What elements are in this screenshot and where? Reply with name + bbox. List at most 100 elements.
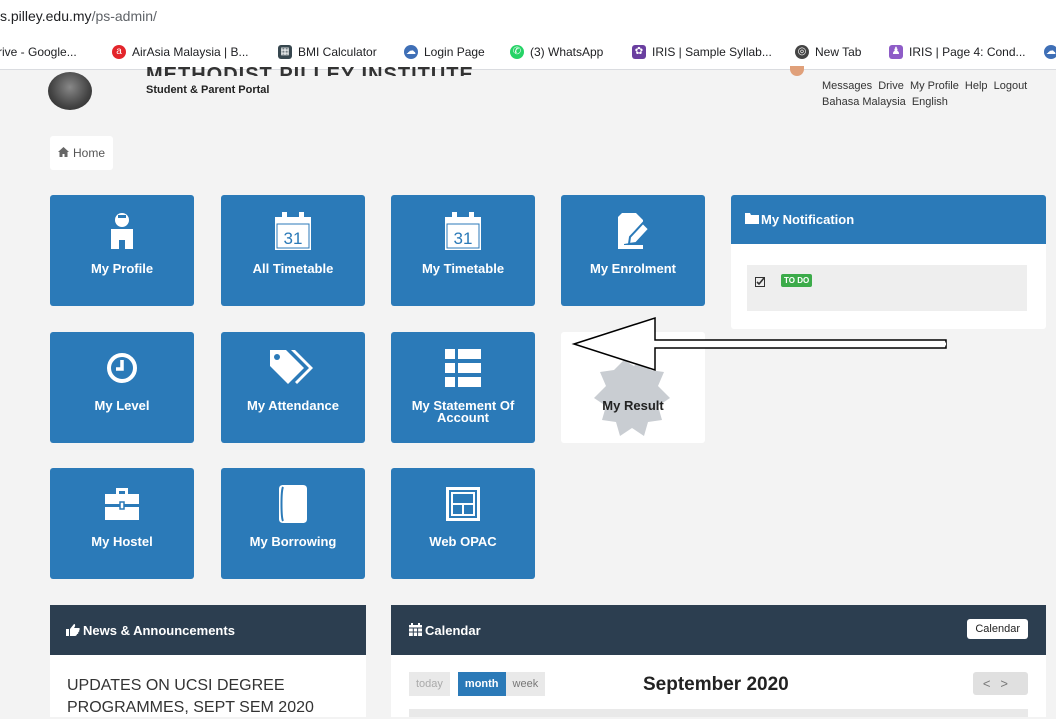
news-header: News & Announcements bbox=[50, 605, 366, 655]
globe-icon: ◎ bbox=[795, 45, 809, 59]
bookmark-label: AirAsia Malaysia | B... bbox=[132, 45, 249, 59]
notification-header: My Notification bbox=[731, 195, 1046, 244]
month-button[interactable]: month bbox=[457, 672, 506, 696]
tile-label: My Borrowing bbox=[249, 534, 337, 549]
bookmark-label: rive - Google... bbox=[0, 45, 77, 59]
airasia-icon: a bbox=[112, 45, 126, 59]
bookmark-login[interactable]: ☁ Login Page bbox=[404, 45, 485, 59]
todo-badge: TO DO bbox=[781, 274, 813, 287]
user-icon bbox=[50, 211, 194, 251]
thumbs-up-icon bbox=[66, 624, 80, 639]
breadcrumb[interactable]: Home bbox=[50, 136, 114, 170]
nav-help[interactable]: Help bbox=[965, 80, 988, 92]
calculator-icon: ▦ bbox=[278, 45, 292, 59]
notification-panel: My Notification TO DO bbox=[731, 195, 1046, 329]
tile-my-profile[interactable]: My Profile bbox=[50, 195, 194, 306]
bookmark-new-tab[interactable]: ◎ New Tab bbox=[795, 45, 861, 59]
bookmark-label: Login Page bbox=[424, 45, 485, 59]
today-button[interactable]: today bbox=[409, 672, 450, 696]
bookmark-iris-page4[interactable]: ♟ IRIS | Page 4: Cond... bbox=[889, 45, 1026, 59]
iris-icon: ✿ bbox=[632, 45, 646, 59]
calendar-icon bbox=[409, 623, 422, 639]
chevron-right-icon[interactable]: > bbox=[1000, 676, 1018, 691]
bookmark-label: IRIS | Page 4: Cond... bbox=[909, 45, 1026, 59]
login-icon: ☁ bbox=[1044, 45, 1056, 59]
nav-drive[interactable]: Drive bbox=[878, 80, 904, 92]
calendar-icon: 31 bbox=[221, 211, 365, 251]
bookmark-label: BMI Calculator bbox=[298, 45, 377, 59]
tile-my-statement-of-account[interactable]: My Statement Of Account bbox=[391, 332, 535, 443]
tile-my-attendance[interactable]: My Attendance bbox=[221, 332, 365, 443]
svg-text:31: 31 bbox=[454, 229, 473, 248]
tile-my-level[interactable]: My Level bbox=[50, 332, 194, 443]
tile-web-opac[interactable]: Web OPAC bbox=[391, 468, 535, 579]
tile-my-result[interactable]: My Result bbox=[561, 332, 705, 443]
calendar-view-switcher: today month week bbox=[409, 672, 546, 696]
avatar[interactable] bbox=[790, 66, 804, 76]
badge-icon bbox=[561, 340, 705, 440]
book-icon bbox=[221, 484, 365, 524]
login-icon: ☁ bbox=[404, 45, 418, 59]
tag-icon bbox=[221, 348, 365, 388]
tile-label: My Level bbox=[94, 398, 150, 413]
tile-my-hostel[interactable]: My Hostel bbox=[50, 468, 194, 579]
tile-label: My Hostel bbox=[91, 534, 153, 549]
tile-all-timetable[interactable]: 31 All Timetable bbox=[221, 195, 365, 306]
calendar-button[interactable]: Calendar bbox=[967, 619, 1028, 639]
bookmark-overflow[interactable]: ☁ bbox=[1044, 45, 1056, 59]
svg-text:31: 31 bbox=[284, 229, 303, 248]
tile-my-timetable[interactable]: 31 My Timetable bbox=[391, 195, 535, 306]
tile-label: My Statement Of Account bbox=[411, 398, 515, 425]
checkbox-icon bbox=[755, 274, 765, 287]
tile-my-borrowing[interactable]: My Borrowing bbox=[221, 468, 365, 579]
bookmark-label: New Tab bbox=[815, 45, 862, 59]
bookmark-drive[interactable]: rive - Google... bbox=[0, 45, 77, 59]
nav-my-profile[interactable]: My Profile bbox=[910, 80, 959, 92]
bookmark-whatsapp[interactable]: ✆ (3) WhatsApp bbox=[510, 45, 603, 59]
bookmark-airasia[interactable]: a AirAsia Malaysia | B... bbox=[112, 45, 248, 59]
week-button[interactable]: week bbox=[505, 672, 546, 696]
news-headline[interactable]: UPDATES ON UCSI DEGREE PROGRAMMES, SEPT … bbox=[50, 655, 366, 719]
url-host: s.pilley.edu.my bbox=[0, 8, 92, 24]
home-icon bbox=[58, 146, 69, 160]
calendar-grid-header bbox=[409, 709, 1028, 717]
tile-label: My Timetable bbox=[421, 261, 505, 276]
lang-english[interactable]: English bbox=[912, 96, 948, 108]
whatsapp-icon: ✆ bbox=[510, 45, 524, 59]
news-panel: News & Announcements UPDATES ON UCSI DEG… bbox=[50, 605, 366, 717]
portal-subtitle: Student & Parent Portal bbox=[146, 84, 270, 96]
address-bar[interactable]: s.pilley.edu.my/ps-admin/ bbox=[0, 0, 1056, 36]
institute-name: METHODIST PILLEY INSTITUTE bbox=[146, 64, 474, 76]
nav-messages[interactable]: Messages bbox=[822, 80, 872, 92]
bookmark-label: (3) WhatsApp bbox=[530, 45, 604, 59]
tile-my-enrolment[interactable]: My Enrolment bbox=[561, 195, 705, 306]
lang-malay[interactable]: Bahasa Malaysia bbox=[822, 96, 906, 108]
edit-icon bbox=[561, 211, 705, 251]
top-nav: Messages Drive My Profile Help Logout bbox=[822, 80, 1030, 92]
calendar-header: Calendar Calendar bbox=[391, 605, 1046, 655]
calendar-month-title: September 2020 bbox=[643, 674, 789, 695]
institute-logo bbox=[48, 72, 92, 110]
tile-label: My Result bbox=[602, 398, 664, 413]
iris-icon: ♟ bbox=[889, 45, 903, 59]
url-path: /ps-admin/ bbox=[91, 8, 157, 24]
list-icon bbox=[391, 348, 535, 388]
nav-logout[interactable]: Logout bbox=[994, 80, 1028, 92]
tile-label: My Profile bbox=[90, 261, 154, 276]
calendar-title: Calendar bbox=[425, 623, 481, 638]
calendar-icon: 31 bbox=[391, 211, 535, 251]
notification-title: My Notification bbox=[761, 212, 855, 227]
bookmark-bmi[interactable]: ▦ BMI Calculator bbox=[278, 45, 377, 59]
chevron-left-icon[interactable]: < bbox=[983, 676, 1001, 691]
tile-label: Web OPAC bbox=[429, 534, 497, 549]
portal-page: METHODIST PILLEY INSTITUTE Student & Par… bbox=[0, 64, 1056, 717]
calendar-nav[interactable]: <> bbox=[972, 672, 1028, 695]
language-nav: Bahasa Malaysia English bbox=[822, 96, 951, 108]
news-title: News & Announcements bbox=[83, 623, 235, 638]
calendar-panel: Calendar Calendar today month week Septe… bbox=[391, 605, 1046, 717]
tile-label: My Attendance bbox=[247, 398, 339, 413]
notification-item[interactable]: TO DO bbox=[747, 265, 1027, 311]
bookmark-iris-syllabus[interactable]: ✿ IRIS | Sample Syllab... bbox=[632, 45, 772, 59]
tile-label: All Timetable bbox=[252, 261, 334, 276]
clock-icon bbox=[50, 348, 194, 388]
